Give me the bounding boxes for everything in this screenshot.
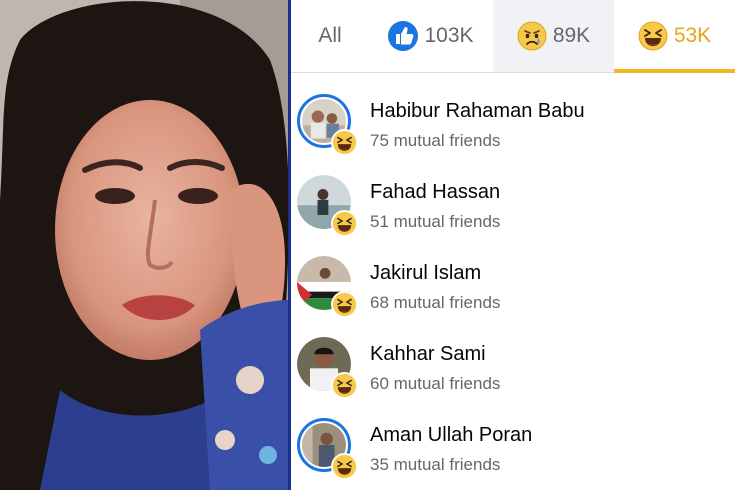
mutual-friends: 68 mutual friends [370,293,501,312]
person-name[interactable]: Fahad Hassan [370,181,500,204]
tab-sad-count: 89K [552,24,591,47]
tab-all-label: All [318,24,342,47]
mutual-friends: 51 mutual friends [370,212,501,231]
haha-reaction-icon [331,372,358,399]
list-item[interactable]: Jakirul Islam 68 mutual friends [291,234,735,318]
mutual-friends: 75 mutual friends [370,131,501,150]
crying-woman-photo [0,0,288,490]
mutual-friends: 60 mutual friends [370,374,501,393]
reactions-dialog: All 103K 89K 53K Habibur Rahaman Babu 75… [291,0,735,490]
list-item[interactable]: Habibur Rahaman Babu 75 mutual friends [291,72,735,156]
person-name[interactable]: Habibur Rahaman Babu [370,100,585,123]
tab-all[interactable]: All [291,0,369,72]
haha-reaction-icon [331,291,358,318]
haha-reaction-icon [331,129,358,156]
person-name[interactable]: Aman Ullah Poran [370,424,532,447]
haha-reaction-icon [331,210,358,237]
list-item[interactable]: Aman Ullah Poran 35 mutual friends [291,396,735,480]
list-item[interactable]: Kahhar Sami 60 mutual friends [291,315,735,399]
mutual-friends: 35 mutual friends [370,455,501,474]
like-reaction-icon [388,21,419,51]
list-item[interactable]: Fahad Hassan 51 mutual friends [291,153,735,237]
tab-haha-count: 53K [673,24,712,47]
reactor-list: Habibur Rahaman Babu 75 mutual friends F… [291,72,735,480]
tab-like-count: 103K [424,24,474,47]
tab-sad[interactable]: 89K [493,0,614,72]
person-name[interactable]: Jakirul Islam [370,262,481,285]
person-name[interactable]: Kahhar Sami [370,343,486,366]
tab-like[interactable]: 103K [369,0,493,72]
sad-reaction-icon [517,21,547,51]
haha-reaction-icon [638,21,668,51]
tab-haha[interactable]: 53K [614,0,735,73]
haha-reaction-icon [331,453,358,480]
reaction-tabs: All 103K 89K 53K [291,0,735,73]
news-photo [0,0,288,490]
